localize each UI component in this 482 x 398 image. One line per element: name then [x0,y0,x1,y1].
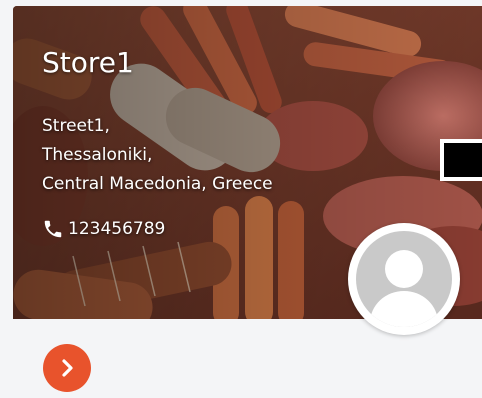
user-placeholder-icon [356,231,452,327]
store-name: Store1 [42,46,134,79]
address-line-region: Central Macedonia, Greece [42,174,273,194]
address-line-street: Street1, [42,116,110,136]
address-line-city: Thessaloniki, [42,145,153,165]
store-avatar [348,223,460,335]
store-phone: 123456789 [42,216,165,242]
view-store-button[interactable] [43,344,91,392]
store-card: Store1 Street1, Thessaloniki, Central Ma… [13,6,482,398]
phone-icon [42,218,64,240]
store-address: Street1, Thessaloniki, Central Macedonia… [42,112,273,199]
redacted-box [440,139,482,181]
chevron-right-icon [62,359,73,377]
phone-number: 123456789 [68,219,166,239]
